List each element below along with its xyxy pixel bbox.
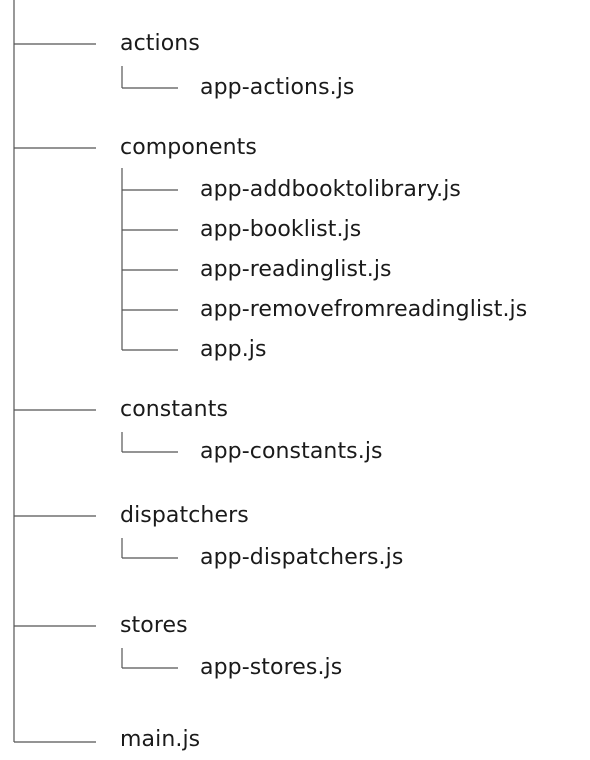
file-app-actions: app-actions.js [200,75,355,100]
folder-constants: constants [120,397,228,422]
file-app-removefromreadinglist: app-removefromreadinglist.js [200,297,528,322]
file-app: app.js [200,337,267,362]
folder-components: components [120,135,257,160]
file-app-stores: app-stores.js [200,655,343,680]
file-app-booklist: app-booklist.js [200,217,362,242]
file-main: main.js [120,727,201,752]
file-app-constants: app-constants.js [200,439,383,464]
file-app-dispatchers: app-dispatchers.js [200,545,404,570]
folder-dispatchers: dispatchers [120,503,249,528]
folder-stores: stores [120,613,188,638]
file-app-readinglist: app-readinglist.js [200,257,392,282]
tree-connector-lines [13,0,178,743]
folder-actions: actions [120,31,200,56]
file-app-addbooktolibrary: app-addbooktolibrary.js [200,177,461,202]
